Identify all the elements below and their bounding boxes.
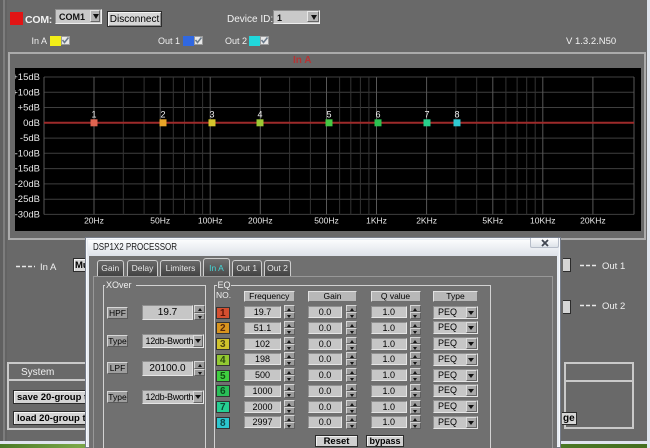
svg-text:5: 5 — [326, 109, 331, 119]
svg-text:20Hz: 20Hz — [84, 216, 104, 226]
svg-text:20KHz: 20KHz — [580, 216, 606, 226]
svg-text:-20dB: -20dB — [15, 179, 40, 190]
svg-text:100Hz: 100Hz — [198, 216, 223, 226]
svg-text:5KHz: 5KHz — [482, 216, 503, 226]
svg-text:-15dB: -15dB — [15, 164, 40, 175]
svg-text:6: 6 — [375, 109, 380, 119]
svg-text:0dB: 0dB — [23, 118, 40, 129]
svg-text:2KHz: 2KHz — [416, 216, 437, 226]
svg-text:+15dB: +15dB — [15, 72, 40, 83]
svg-text:7: 7 — [424, 109, 429, 119]
svg-text:50Hz: 50Hz — [150, 216, 170, 226]
svg-text:+10dB: +10dB — [15, 87, 40, 98]
svg-text:3: 3 — [209, 109, 214, 119]
svg-text:+5dB: +5dB — [18, 103, 40, 114]
svg-text:4: 4 — [257, 109, 262, 119]
svg-text:-10dB: -10dB — [15, 148, 40, 159]
svg-text:10KHz: 10KHz — [530, 216, 556, 226]
svg-text:1KHz: 1KHz — [366, 216, 387, 226]
svg-text:1: 1 — [91, 109, 96, 119]
svg-text:500Hz: 500Hz — [314, 216, 339, 226]
svg-text:200Hz: 200Hz — [248, 216, 273, 226]
svg-text:2: 2 — [160, 109, 165, 119]
svg-text:-30dB: -30dB — [15, 209, 40, 220]
svg-text:-25dB: -25dB — [15, 194, 40, 205]
svg-text:-5dB: -5dB — [20, 133, 40, 144]
svg-text:8: 8 — [454, 109, 459, 119]
